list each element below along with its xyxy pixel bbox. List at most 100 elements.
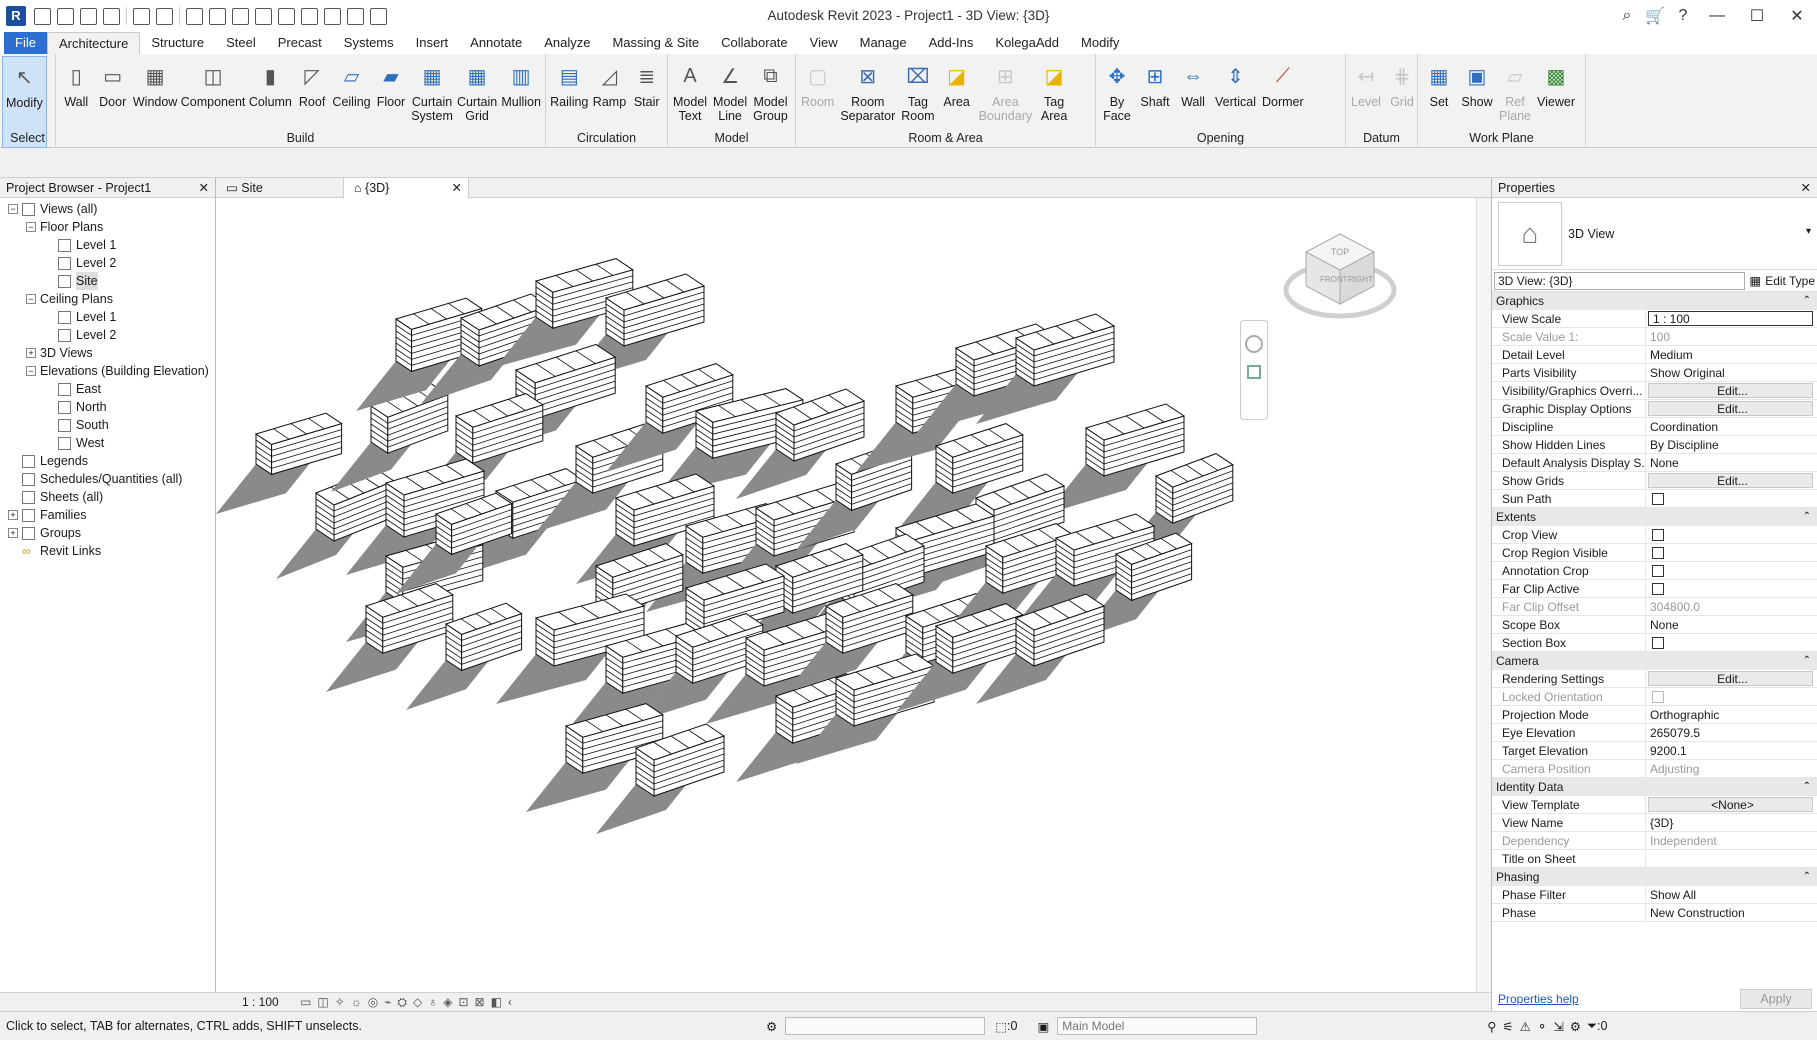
tab-file[interactable]: File <box>4 32 47 54</box>
property-value[interactable]: Medium <box>1646 346 1817 363</box>
browser-item[interactable]: + Groups <box>0 524 215 542</box>
tab-kolegaadd[interactable]: KolegaAdd <box>984 32 1070 54</box>
close-icon[interactable]: ✕ <box>452 178 462 198</box>
tab-add-ins[interactable]: Add-Ins <box>918 32 985 54</box>
close-icon[interactable]: ✕ <box>199 178 209 198</box>
collapse-icon[interactable]: ⌃ <box>1803 652 1811 670</box>
selection-filter-icons[interactable]: ⚲⚟⚠⚬⇲⚙ <box>1487 1019 1587 1034</box>
tab-3d[interactable]: ⌂ {3D} ✕ <box>344 178 469 198</box>
home-icon[interactable] <box>34 7 51 25</box>
collapse-icon[interactable]: − <box>26 294 36 304</box>
browser-item[interactable]: Legends <box>0 452 215 470</box>
browser-item[interactable]: Level 1 <box>0 308 215 326</box>
property-value[interactable]: 1 : 100 <box>1648 311 1813 326</box>
property-value[interactable]: Show Original <box>1646 364 1817 381</box>
close-icon[interactable]: ✕ <box>1801 178 1811 198</box>
expand-icon[interactable]: + <box>8 528 18 538</box>
tab-insert[interactable]: Insert <box>405 32 460 54</box>
property-value[interactable]: {3D} <box>1646 814 1817 831</box>
properties-help-link[interactable]: Properties help <box>1498 992 1579 1006</box>
checkbox[interactable] <box>1652 529 1664 541</box>
zoom-icon[interactable] <box>1247 365 1261 379</box>
open-icon[interactable] <box>57 7 74 25</box>
view-control-icons[interactable]: ▭◫✧☼◎⌁⛭◇♁◈⊡⊠◧‹ <box>300 995 518 1010</box>
property-group[interactable]: Camera ⌃ <box>1492 652 1817 670</box>
browser-item[interactable]: +3D Views <box>0 344 215 362</box>
close-hidden-icon[interactable] <box>347 7 364 25</box>
property-value[interactable]: Coordination <box>1646 418 1817 435</box>
checkbox[interactable] <box>1652 583 1664 595</box>
tab-site[interactable]: ▭ Site <box>216 178 344 198</box>
revit-logo-icon[interactable]: R <box>6 6 26 26</box>
text-icon[interactable] <box>255 7 272 25</box>
browser-item[interactable]: East <box>0 380 215 398</box>
edit-type-icon[interactable]: ▦ <box>1749 273 1761 288</box>
minimize-button[interactable]: — <box>1697 7 1737 25</box>
checkbox[interactable] <box>1652 493 1664 505</box>
property-value[interactable]: 265079.5 <box>1646 724 1817 741</box>
property-value[interactable]: New Construction <box>1646 904 1817 921</box>
property-value[interactable]: None <box>1646 616 1817 633</box>
checkbox[interactable] <box>1652 547 1664 559</box>
browser-item[interactable]: − Ceiling Plans <box>0 290 215 308</box>
filter-icon[interactable]: ⏷ <box>1587 1019 1597 1034</box>
undo-icon[interactable] <box>133 7 150 25</box>
property-group[interactable]: Identity Data ⌃ <box>1492 778 1817 796</box>
browser-item[interactable]: + Families <box>0 506 215 524</box>
browser-item[interactable]: Site <box>0 272 215 290</box>
tab-analyze[interactable]: Analyze <box>533 32 601 54</box>
property-value[interactable]: By Discipline <box>1646 436 1817 453</box>
tab-annotate[interactable]: Annotate <box>459 32 533 54</box>
3d-view-canvas[interactable]: TOP FRONT RIGHT <box>216 198 1476 992</box>
worksets-icon[interactable]: ⚙ <box>766 1019 777 1034</box>
edit-button[interactable]: Edit... <box>1648 473 1813 488</box>
edit-button[interactable]: Edit... <box>1648 401 1813 416</box>
panel-title[interactable]: Room & Area <box>796 131 1095 145</box>
panel-title[interactable]: Work Plane <box>1418 131 1585 145</box>
tab-collaborate[interactable]: Collaborate <box>710 32 799 54</box>
expand-icon[interactable]: + <box>26 348 36 358</box>
collapse-icon[interactable]: − <box>8 204 18 214</box>
browser-item[interactable]: − Views (all) <box>0 200 215 218</box>
search-icon[interactable]: ⌕ <box>1613 7 1641 25</box>
type-selector[interactable]: ⌂ 3D View ▾ <box>1492 198 1817 270</box>
close-button[interactable]: ✕ <box>1777 6 1817 26</box>
dimension-icon[interactable] <box>232 7 249 25</box>
edit-type-button[interactable]: Edit Type <box>1765 274 1815 288</box>
browser-item[interactable]: West <box>0 434 215 452</box>
chevron-down-icon[interactable]: ▾ <box>1806 226 1811 237</box>
property-group[interactable]: Graphics ⌃ <box>1492 292 1817 310</box>
maximize-button[interactable]: ☐ <box>1737 6 1777 26</box>
property-group[interactable]: Phasing ⌃ <box>1492 868 1817 886</box>
project-browser-scrollbar[interactable] <box>0 992 216 1011</box>
browser-item[interactable]: − Floor Plans <box>0 218 215 236</box>
browser-item[interactable]: Schedules/Quantities (all) <box>0 470 215 488</box>
tab-architecture[interactable]: Architecture <box>46 32 141 54</box>
panel-title[interactable]: Circulation <box>546 131 667 145</box>
checkbox[interactable] <box>1652 565 1664 577</box>
editing-requests-icon[interactable]: ▣ <box>1037 1019 1049 1034</box>
panel-title[interactable]: Datum <box>1346 131 1417 145</box>
help-icon[interactable]: ? <box>1669 7 1697 25</box>
default-3d-view-icon[interactable] <box>278 7 295 25</box>
browser-item[interactable]: Level 2 <box>0 254 215 272</box>
workset-dropdown[interactable] <box>785 1017 986 1035</box>
tab-systems[interactable]: Systems <box>333 32 405 54</box>
browser-item[interactable]: North <box>0 398 215 416</box>
property-value[interactable]: 9200.1 <box>1646 742 1817 759</box>
switch-windows-icon[interactable] <box>370 7 387 25</box>
instance-selector[interactable]: 3D View: {3D} <box>1494 271 1746 290</box>
steering-wheel-icon[interactable] <box>1245 335 1263 353</box>
tab-view[interactable]: View <box>799 32 849 54</box>
cart-icon[interactable]: 🛒 <box>1641 6 1669 26</box>
save-icon[interactable] <box>80 7 97 25</box>
tab-manage[interactable]: Manage <box>849 32 918 54</box>
thin-lines-icon[interactable] <box>324 7 341 25</box>
browser-item[interactable]: Sheets (all) <box>0 488 215 506</box>
collapse-icon[interactable]: ⌃ <box>1803 778 1811 796</box>
browser-item[interactable]: ∞ Revit Links <box>0 542 215 560</box>
edit-button[interactable]: Edit... <box>1648 671 1813 686</box>
collapse-icon[interactable]: − <box>26 222 36 232</box>
panel-title[interactable]: Opening <box>1096 131 1345 145</box>
panel-title[interactable]: Model <box>668 131 795 145</box>
